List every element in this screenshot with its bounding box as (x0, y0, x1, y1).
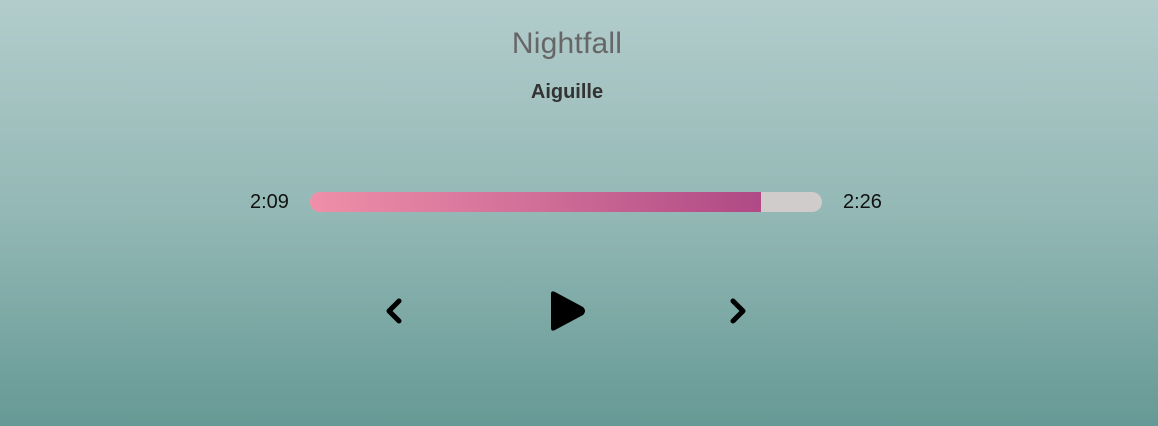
progress-fill (310, 192, 761, 212)
current-time: 2:09 (250, 191, 289, 213)
play-icon (551, 291, 585, 331)
track-title: Nightfall (511, 27, 623, 60)
progress-bar[interactable] (310, 192, 822, 212)
chevron-left-icon (386, 298, 402, 324)
play-button[interactable] (544, 288, 590, 334)
track-artist: Aiguille (530, 81, 604, 103)
previous-track-button[interactable] (380, 294, 410, 328)
chevron-right-icon (730, 298, 746, 324)
next-track-button[interactable] (722, 294, 752, 328)
total-time: 2:26 (843, 191, 882, 213)
